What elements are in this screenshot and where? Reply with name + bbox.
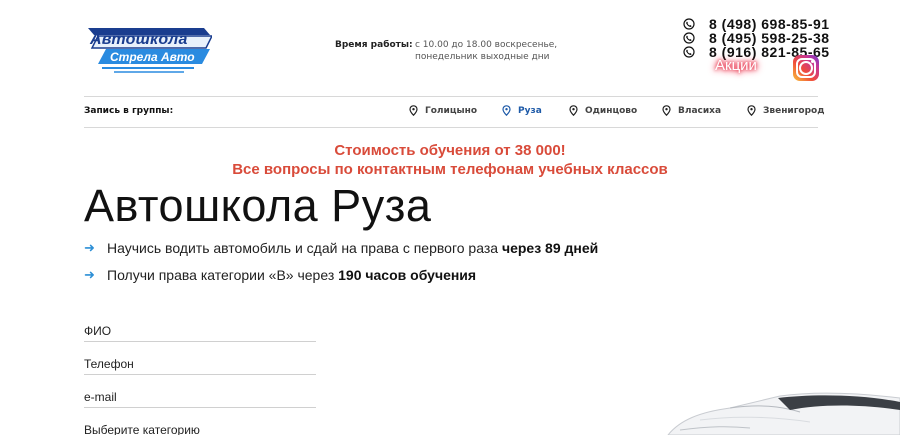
nav-item-ruza[interactable]: Руза (502, 105, 542, 116)
nav-item-label: Власиха (678, 105, 722, 116)
nav-item-golitsyno[interactable]: Голицыно (409, 105, 477, 116)
category-select[interactable] (84, 419, 316, 435)
nav-item-label: Руза (518, 105, 542, 116)
nav-item-odintsovo[interactable]: Одинцово (569, 105, 637, 116)
logo[interactable]: Автошкола Стрела Авто (84, 22, 212, 76)
logo-text-primary: Автошкола (90, 31, 188, 48)
location-pin-icon (502, 105, 511, 116)
phone-field[interactable] (84, 353, 316, 375)
feature-highlight: через 89 дней (501, 240, 599, 256)
nav-item-zvenigorod[interactable]: Звенигород (747, 105, 825, 116)
logo-text-secondary: Стрела Авто (110, 50, 195, 64)
whatsapp-phone-icon (682, 46, 695, 59)
location-pin-icon (662, 105, 671, 116)
whatsapp-phone-icon (682, 18, 695, 31)
nav-divider-top (84, 96, 818, 97)
nav-divider-bottom (84, 127, 818, 128)
feature-text: Научись водить автомобиль и сдай на прав… (107, 240, 502, 256)
promo-price: Стоимость обучения от 38 000! (334, 142, 566, 159)
nav-label: Запись в группы: (84, 106, 174, 116)
promotions-link[interactable]: Акции (715, 57, 757, 74)
name-field[interactable] (84, 320, 316, 342)
phone-row[interactable]: 8 (498) 698-85-91 (682, 16, 830, 32)
nav-item-label: Звенигород (763, 105, 825, 116)
location-pin-icon (747, 105, 756, 116)
nav-item-label: Голицыно (425, 105, 478, 116)
nav-item-label: Одинцово (585, 105, 638, 116)
location-pin-icon (569, 105, 578, 116)
feature-bullet: ➜ Научись водить автомобиль и сдай на пр… (84, 240, 598, 256)
phone-row[interactable]: 8 (495) 598-25-38 (682, 30, 830, 46)
hours-text: с 10.00 до 18.00 воскресенье, понедельни… (415, 40, 558, 62)
feature-highlight: 190 часов обучения (338, 267, 477, 283)
feature-text: Получи права категории «В» через (107, 267, 339, 283)
hours-label: Время работы: (335, 40, 413, 50)
nav-item-vlasikha[interactable]: Власиха (662, 105, 721, 116)
instagram-icon[interactable] (793, 55, 819, 81)
whatsapp-phone-icon (682, 32, 695, 45)
location-pin-icon (409, 105, 418, 116)
email-field[interactable] (84, 386, 316, 408)
arrow-right-icon: ➜ (84, 267, 95, 282)
promo-contact-note: Все вопросы по контактным телефонам учеб… (232, 161, 668, 178)
page-title: Автошкола Руза (84, 180, 432, 231)
phone-list: 8 (498) 698-85-91 8 (495) 598-25-38 8 (9… (682, 16, 830, 60)
feature-bullet: ➜ Получи права категории «В» через 190 ч… (84, 267, 476, 283)
car-image (667, 392, 900, 435)
arrow-right-icon: ➜ (84, 240, 95, 255)
